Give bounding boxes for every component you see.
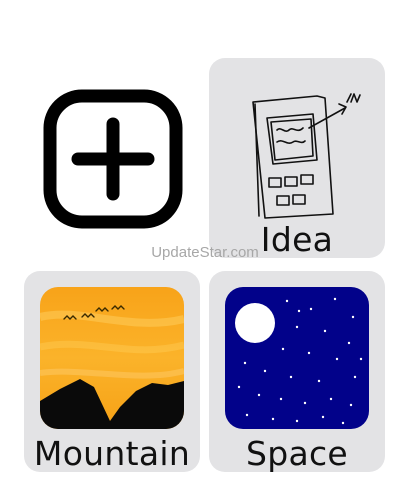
sketch-drawing-image xyxy=(252,93,361,219)
plus-square-icon xyxy=(43,89,183,229)
mountain-tile[interactable]: Mountain xyxy=(24,271,200,472)
mountain-sunset-image xyxy=(40,287,184,429)
watermark-text: UpdateStar.com xyxy=(151,244,259,261)
mountain-label: Mountain xyxy=(33,434,191,473)
space-tile[interactable]: Space xyxy=(209,271,385,472)
space-label: Space xyxy=(245,434,349,473)
add-new-tile[interactable] xyxy=(24,58,200,258)
night-sky-moon-image xyxy=(225,287,369,429)
idea-tile[interactable]: Idea xyxy=(209,58,385,258)
